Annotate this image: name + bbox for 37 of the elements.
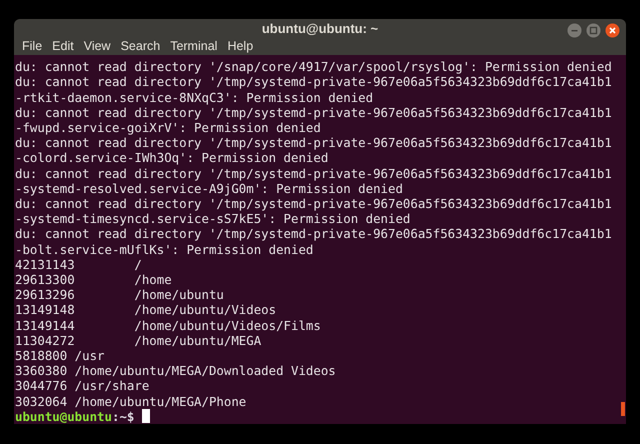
terminal-line: -systemd-resolved.service-A9jG0m': Permission denied (15, 180, 403, 196)
minimize-icon[interactable] (567, 23, 582, 38)
terminal-line: 42131143 / (15, 256, 142, 272)
terminal-line: 3032064 /home/ubuntu/MEGA/Phone (15, 394, 246, 409)
menu-item[interactable]: File (17, 37, 48, 56)
terminal-line: du: cannot read directory '/tmp/systemd-private-967e06a5f5634323b69ddf6c17ca41b1 (15, 135, 612, 150)
terminal-line: -bolt.service-mUflKs': Permission denied (15, 242, 314, 257)
close-icon[interactable] (605, 23, 620, 38)
terminal-line: du: cannot read directory '/tmp/systemd-private-967e06a5f5634323b69ddf6c17ca41b1 (15, 226, 612, 242)
terminal-output-area[interactable] (14, 55, 626, 424)
terminal-line: 13149144 /home/ubuntu/Videos/Films (15, 318, 321, 333)
terminal-line: du: cannot read directory '/tmp/systemd-private-967e06a5f5634323b69ddf6c17ca41b1 (15, 104, 612, 120)
terminal-line: -rtkit-daemon.service-8NXqC3': Permission denied (15, 90, 374, 105)
menu-item[interactable]: View (78, 37, 116, 56)
terminal-line: du: cannot read directory '/tmp/systemd-private-967e06a5f5634323b69ddf6c17ca41b1 (15, 196, 612, 212)
terminal-line: 5818800 /usr (15, 348, 105, 364)
terminal-line: -systemd-timesyncd.service-sS7kE5': Permission denied (15, 211, 410, 226)
terminal-line: 13149148 /home/ubuntu/Videos (15, 302, 276, 318)
terminal-line: du: cannot read directory '/tmp/systemd-private-967e06a5f5634323b69ddf6c17ca41b1 (15, 74, 612, 90)
menu-item[interactable]: Search (116, 37, 166, 56)
terminal-line: 11304272 /home/ubuntu/MEGA (15, 332, 262, 348)
menu-item[interactable]: Help (222, 37, 258, 56)
menu-item[interactable]: Terminal (165, 37, 222, 56)
terminal-line: du: cannot read directory '/tmp/systemd-private-967e06a5f5634323b69ddf6c17ca41b1 (15, 166, 612, 181)
scrollbar-thumb[interactable] (621, 402, 625, 416)
window-title: ubuntu@ubuntu: ~ (262, 20, 378, 36)
terminal-line: 3044776 /usr/share (15, 378, 150, 394)
terminal-line: -fwupd.service-goiXrV': Permission denied (15, 120, 321, 136)
menu-item[interactable]: Edit (47, 37, 79, 56)
terminal-line: 29613296 /home/ubuntu (15, 287, 224, 302)
prompt-path: :~$ (112, 408, 134, 424)
terminal-line: 3360380 /home/ubuntu/MEGA/Downloaded Videos (15, 363, 336, 378)
terminal-line: du: cannot read directory '/snap/core/4917/var/spool/rsyslog': Permission denied (15, 59, 612, 74)
text-cursor (142, 409, 150, 424)
terminal-line: 29613300 /home (15, 272, 172, 288)
prompt-user-host: ubuntu@ubuntu (15, 408, 112, 424)
terminal-line: -colord.service-IWh3Oq': Permission denied (15, 150, 328, 166)
